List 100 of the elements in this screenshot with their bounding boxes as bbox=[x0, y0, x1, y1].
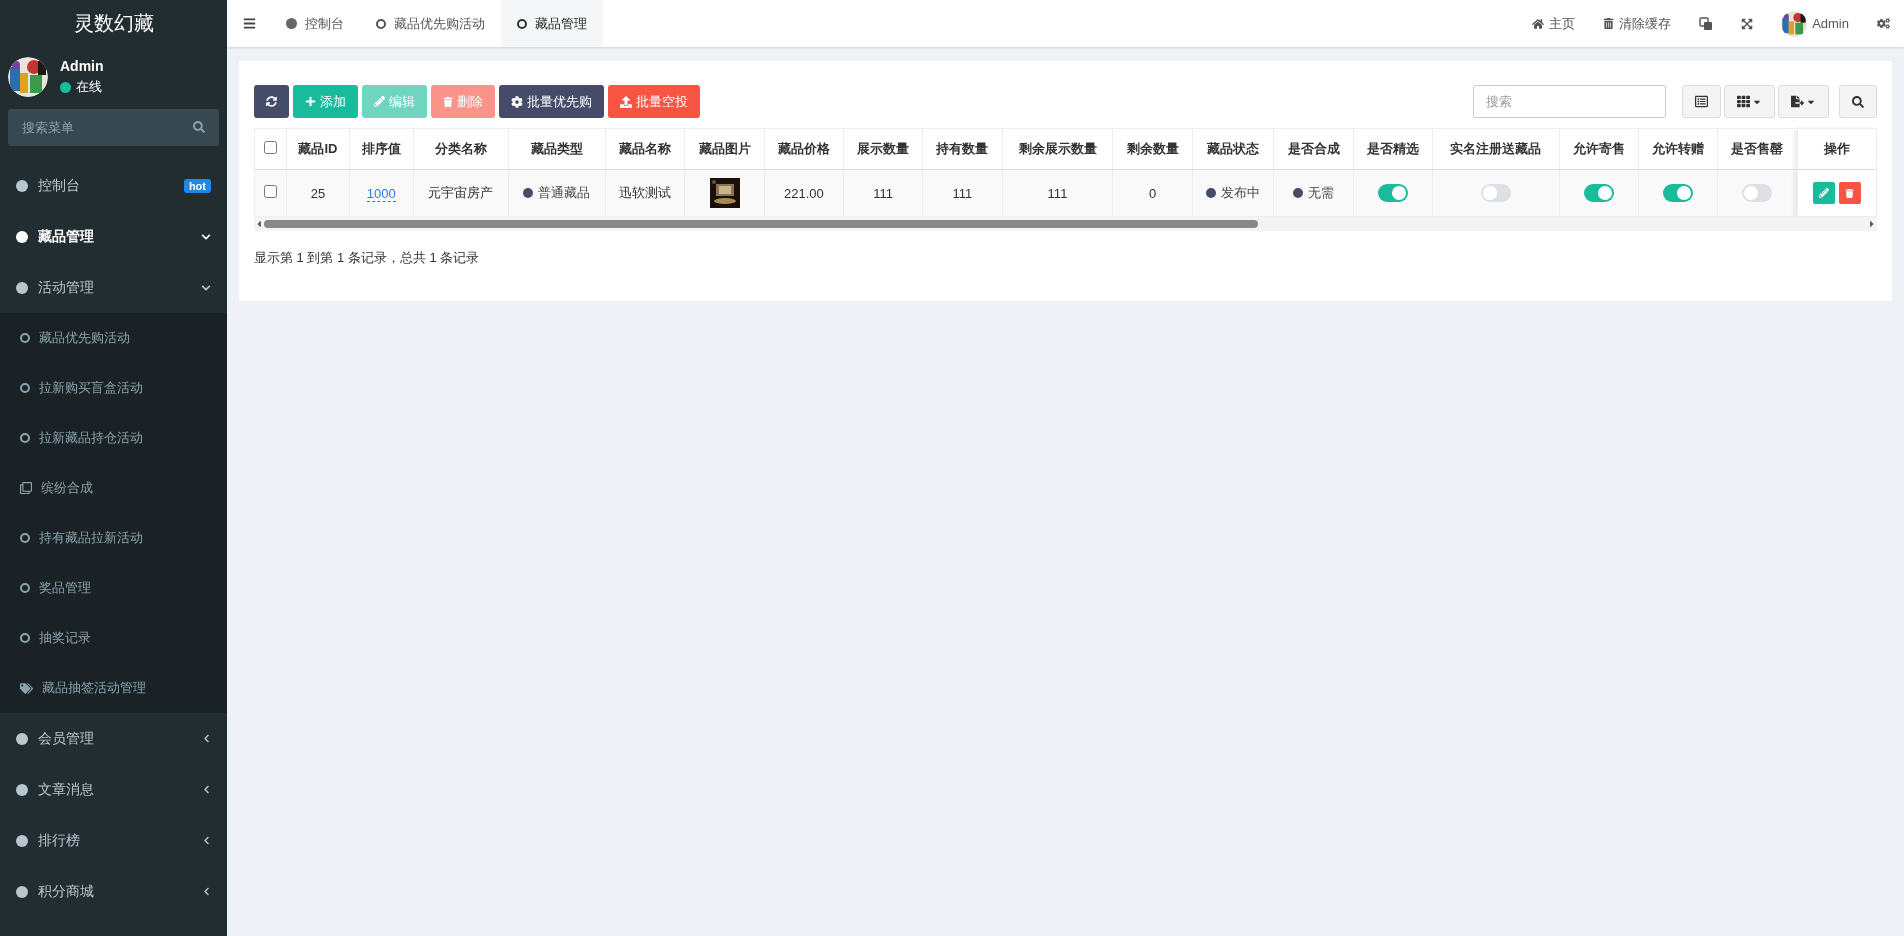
column-header: 藏品名称 bbox=[605, 128, 685, 170]
column-header: 持有数量 bbox=[922, 128, 1002, 170]
page-tab[interactable]: 藏品管理 bbox=[501, 0, 603, 47]
search-icon bbox=[1852, 95, 1864, 108]
batch-priority-button[interactable]: 批量优先购 bbox=[499, 85, 604, 118]
submenu-item[interactable]: 持有藏品拉新活动 bbox=[0, 513, 227, 563]
sort-value-link[interactable]: 1000 bbox=[366, 185, 396, 202]
toggle-switch[interactable] bbox=[1742, 184, 1773, 202]
table-cell: 111 bbox=[873, 185, 893, 201]
submenu-item[interactable]: 奖品管理 bbox=[0, 563, 227, 613]
circle-icon bbox=[16, 783, 28, 796]
submenu-item[interactable]: 拉新藏品持仓活动 bbox=[0, 413, 227, 463]
delete-row-button[interactable] bbox=[1838, 182, 1861, 205]
menu-item[interactable]: 藏品管理 bbox=[0, 211, 227, 262]
chevron-left-icon bbox=[202, 836, 211, 845]
toggle-switch[interactable] bbox=[1583, 184, 1614, 202]
search-icon bbox=[193, 121, 205, 133]
list-icon bbox=[1695, 95, 1708, 108]
row-checkbox[interactable] bbox=[263, 185, 277, 198]
settings-icon[interactable] bbox=[1877, 17, 1890, 30]
home-link[interactable]: 主页 bbox=[1518, 0, 1590, 47]
refresh-icon bbox=[266, 96, 277, 107]
copy-icon bbox=[20, 482, 32, 494]
table-cell: 迅软测试 bbox=[619, 185, 672, 200]
column-header: 是否精选 bbox=[1353, 128, 1433, 170]
column-header: 藏品价格 bbox=[764, 128, 844, 170]
menu-item[interactable]: 会员管理 bbox=[0, 713, 227, 764]
chevron-down-icon bbox=[201, 231, 211, 242]
submenu-item[interactable]: 藏品优先购活动 bbox=[0, 313, 227, 363]
chevron-down-icon bbox=[201, 282, 211, 293]
horizontal-scrollbar[interactable] bbox=[254, 217, 1877, 231]
status-dot bbox=[60, 81, 71, 93]
circle-icon bbox=[20, 633, 30, 643]
toggle-switch[interactable] bbox=[1663, 184, 1694, 202]
gear-icon bbox=[511, 95, 523, 108]
column-header: 操作 bbox=[1797, 128, 1877, 170]
refresh-button[interactable] bbox=[254, 85, 289, 118]
status-dot bbox=[1293, 188, 1304, 198]
circle-icon bbox=[16, 179, 28, 192]
export-button[interactable] bbox=[1778, 85, 1829, 118]
menu-search-field[interactable]: 搜索菜单 bbox=[8, 109, 219, 146]
search-button[interactable] bbox=[1839, 85, 1877, 118]
menu-icon[interactable] bbox=[243, 17, 256, 30]
circle-icon bbox=[16, 230, 28, 243]
column-header: 藏品ID bbox=[286, 128, 350, 170]
table-cell: 元宇宙房产 bbox=[428, 185, 494, 200]
column-header: 实名注册送藏品 bbox=[1432, 128, 1560, 170]
table-cell: 221.00 bbox=[783, 185, 824, 201]
table-cell: 111 bbox=[1047, 185, 1068, 201]
circle-icon bbox=[20, 583, 30, 593]
status-label: 无需 bbox=[1293, 184, 1335, 202]
circle-icon bbox=[20, 533, 30, 543]
upload-icon bbox=[620, 95, 632, 108]
column-header: 是否合成 bbox=[1273, 128, 1354, 170]
column-header: 藏品状态 bbox=[1192, 128, 1274, 170]
chevron-left-icon bbox=[202, 887, 211, 896]
user-name: Admin bbox=[60, 58, 104, 74]
menu-item[interactable]: 排行榜 bbox=[0, 815, 227, 866]
menu-item[interactable]: 控制台 hot bbox=[0, 160, 227, 211]
circle-icon bbox=[20, 383, 30, 393]
circle-icon bbox=[517, 18, 527, 29]
user-menu[interactable]: Admin bbox=[1767, 0, 1863, 47]
menu-item[interactable]: 文章消息 bbox=[0, 764, 227, 815]
submenu-item[interactable]: 缤纷合成 bbox=[0, 463, 227, 513]
fullscreen-icon[interactable] bbox=[1741, 17, 1754, 30]
translate-icon[interactable] bbox=[1699, 16, 1714, 31]
page-tab[interactable]: 控制台 bbox=[270, 0, 360, 47]
trash-icon bbox=[1845, 188, 1855, 198]
column-header: 剩余展示数量 bbox=[1002, 128, 1113, 170]
column-header: 排序值 bbox=[349, 128, 413, 170]
column-header: 展示数量 bbox=[843, 128, 923, 170]
submenu-item[interactable]: 拉新购买盲盒活动 bbox=[0, 363, 227, 413]
online-status: 在线 bbox=[76, 78, 102, 96]
clear-cache-link[interactable]: 清除缓存 bbox=[1589, 0, 1686, 47]
select-all-checkbox[interactable] bbox=[263, 141, 277, 154]
toggle-switch[interactable] bbox=[1377, 184, 1408, 202]
submenu-item[interactable]: 藏品抽签活动管理 bbox=[0, 663, 227, 713]
chevron-left-icon bbox=[202, 785, 211, 794]
pencil-icon bbox=[374, 96, 385, 107]
circle-icon bbox=[16, 834, 28, 847]
status-dot bbox=[1206, 188, 1217, 198]
trash-icon bbox=[443, 96, 453, 107]
toggle-view-button[interactable] bbox=[1682, 85, 1721, 118]
status-label: 普通藏品 bbox=[523, 184, 591, 202]
search-field[interactable]: 搜索 bbox=[1473, 85, 1666, 118]
table-cell: 0 bbox=[1149, 185, 1157, 201]
pagination-summary: 显示第 1 到第 1 条记录，总共 1 条记录 bbox=[254, 249, 481, 267]
toggle-switch[interactable] bbox=[1480, 184, 1511, 202]
table-cell: 111 bbox=[952, 185, 973, 201]
menu-item[interactable]: 活动管理 bbox=[0, 262, 227, 313]
columns-button[interactable] bbox=[1724, 85, 1775, 118]
tags-icon bbox=[20, 681, 33, 695]
circle-icon bbox=[286, 18, 297, 29]
submenu-item[interactable]: 抽奖记录 bbox=[0, 613, 227, 663]
circle-icon bbox=[16, 885, 28, 898]
column-header: 分类名称 bbox=[413, 128, 509, 170]
status-label: 发布中 bbox=[1206, 184, 1261, 202]
menu-item[interactable]: 积分商城 bbox=[0, 866, 227, 917]
page-tab[interactable]: 藏品优先购活动 bbox=[360, 0, 501, 47]
plus-icon bbox=[305, 96, 316, 107]
